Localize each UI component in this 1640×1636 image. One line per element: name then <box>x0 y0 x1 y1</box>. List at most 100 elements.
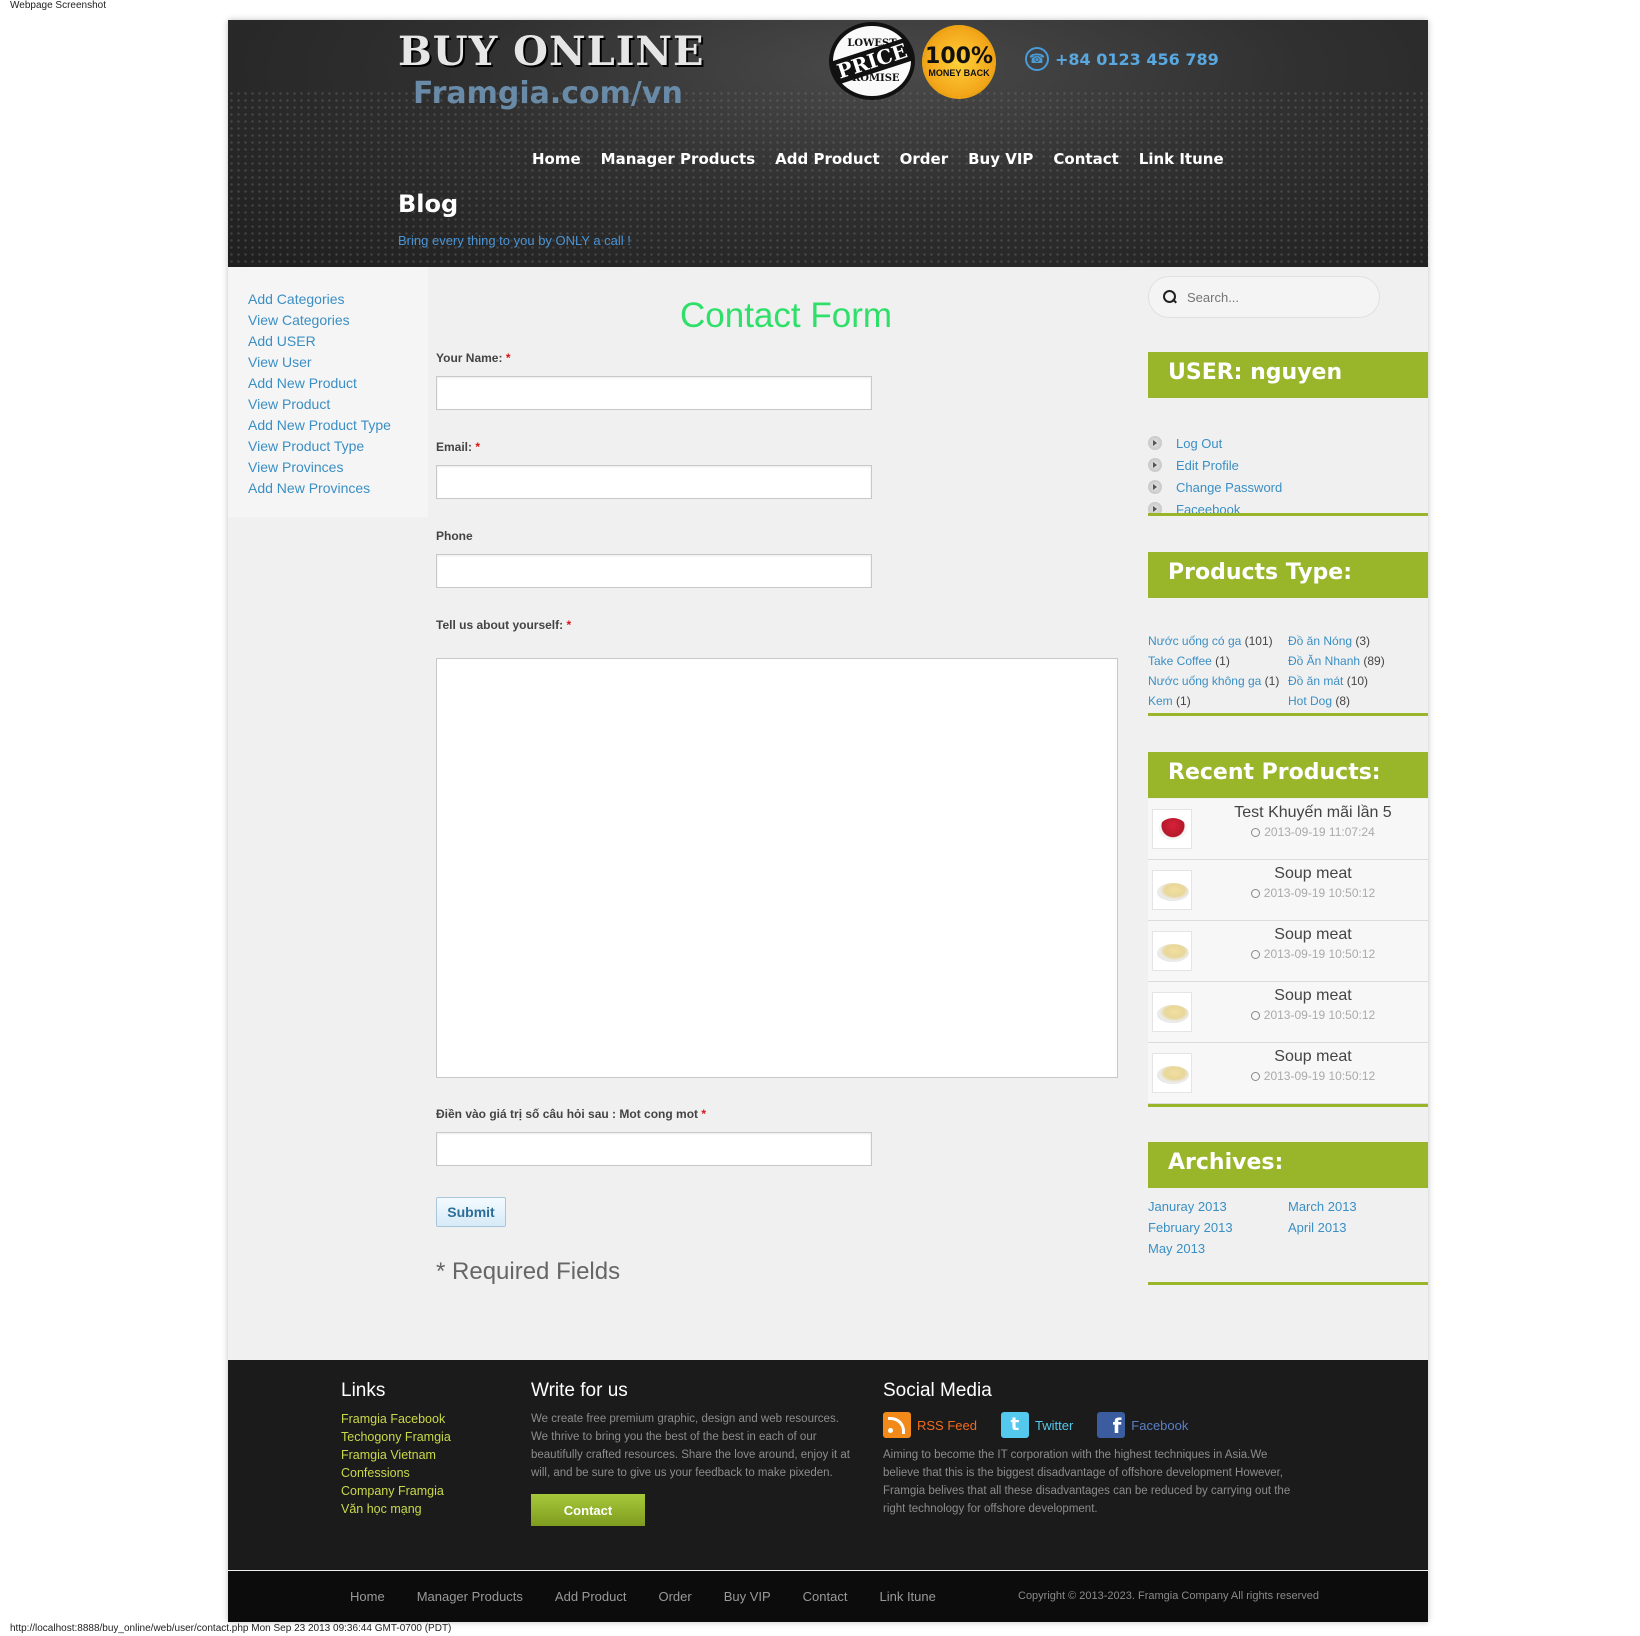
leftnav-add-new-provinces[interactable]: Add New Provinces <box>248 478 428 499</box>
logo-title[interactable]: BUY ONLINE <box>398 28 704 75</box>
tagline: Bring every thing to you by ONLY a call … <box>398 233 631 248</box>
about-label: Tell us about yourself: * <box>436 618 571 632</box>
bottom-nav-buy-vip[interactable]: Buy VIP <box>724 1589 771 1604</box>
money-back-badge: 100% MONEY BACK <box>922 25 996 99</box>
captcha-label: Điền vào giá trị số câu hỏi sau : Mot co… <box>436 1107 706 1121</box>
footer-link[interactable]: Framgia Facebook <box>341 1410 451 1428</box>
bottom-nav-manager-products[interactable]: Manager Products <box>417 1589 523 1604</box>
logo-subtitle[interactable]: Framgia.com/vn <box>413 76 683 111</box>
bottom-nav-contact[interactable]: Contact <box>803 1589 848 1604</box>
ptype-count: (1) <box>1215 654 1230 668</box>
edit-profile-link[interactable]: Edit Profile <box>1176 458 1239 473</box>
product-name[interactable]: Soup meat <box>1198 987 1428 1005</box>
copyright-text: Copyright © 2013-2023. Framgia Company A… <box>1018 1590 1319 1602</box>
captcha-field[interactable] <box>436 1132 872 1166</box>
leftnav-add-new-product-type[interactable]: Add New Product Type <box>248 415 428 436</box>
facebook-footer-link[interactable]: f Facebook <box>1097 1412 1188 1438</box>
user-link-item[interactable]: Change Password <box>1148 476 1282 498</box>
archives-list: Januray 2013 March 2013 February 2013 Ap… <box>1148 1199 1428 1256</box>
nav-link-itune[interactable]: Link Itune <box>1139 150 1224 168</box>
ptype-link[interactable]: Nước uống không ga <box>1148 674 1261 688</box>
nav-buy-vip[interactable]: Buy VIP <box>968 150 1033 168</box>
change-password-link[interactable]: Change Password <box>1176 480 1282 495</box>
archive-link[interactable]: March 2013 <box>1288 1199 1428 1214</box>
nav-add-product[interactable]: Add Product <box>775 150 879 168</box>
required-mark: * <box>701 1107 707 1121</box>
archive-link[interactable]: April 2013 <box>1288 1220 1428 1235</box>
rss-feed-link[interactable]: RSS Feed <box>883 1412 977 1438</box>
leftnav-add-user[interactable]: Add USER <box>248 331 428 352</box>
recent-product-item[interactable]: Soup meat 2013-09-19 10:50:12 <box>1148 860 1428 921</box>
user-link-item[interactable]: Edit Profile <box>1148 454 1282 476</box>
nav-home[interactable]: Home <box>532 150 581 168</box>
nav-order[interactable]: Order <box>900 150 948 168</box>
archive-link[interactable]: Januray 2013 <box>1148 1199 1288 1214</box>
search-input[interactable] <box>1187 289 1357 305</box>
leftnav-view-product[interactable]: View Product <box>248 394 428 415</box>
product-thumbnail[interactable] <box>1152 992 1192 1032</box>
product-thumbnail[interactable] <box>1152 1053 1192 1093</box>
ptype-link[interactable]: Take Coffee <box>1148 654 1212 668</box>
recent-product-item[interactable]: Test Khuyến mãi lần 5 2013-09-19 11:07:2… <box>1148 799 1428 860</box>
bottom-nav-order[interactable]: Order <box>658 1589 691 1604</box>
recent-product-item[interactable]: Soup meat 2013-09-19 10:50:12 <box>1148 982 1428 1043</box>
logout-link[interactable]: Log Out <box>1176 436 1222 451</box>
phone-field[interactable] <box>436 554 872 588</box>
nav-manager-products[interactable]: Manager Products <box>601 150 755 168</box>
ptype-link[interactable]: Đồ ăn Nóng <box>1288 634 1352 648</box>
leftnav-add-categories[interactable]: Add Categories <box>248 289 428 310</box>
footer-link[interactable]: Company Framgia <box>341 1482 451 1500</box>
leftnav-add-new-product[interactable]: Add New Product <box>248 373 428 394</box>
leftnav-view-product-type[interactable]: View Product Type <box>248 436 428 457</box>
footer-contact-button[interactable]: Contact <box>531 1494 645 1526</box>
ptype-count: (10) <box>1346 674 1369 688</box>
ptype-count: (101) <box>1244 634 1273 648</box>
footer-link[interactable]: Framgia Vietnam <box>341 1446 451 1464</box>
nav-contact[interactable]: Contact <box>1053 150 1118 168</box>
ptype-link[interactable]: Đồ Ăn Nhanh <box>1288 654 1360 668</box>
product-thumbnail[interactable] <box>1152 870 1192 910</box>
about-textarea[interactable] <box>436 658 1118 1078</box>
screenshot-label: Webpage Screenshot <box>10 0 106 11</box>
ptype-link[interactable]: Đồ ăn mát <box>1288 674 1343 688</box>
name-field[interactable] <box>436 376 872 410</box>
email-field[interactable] <box>436 465 872 499</box>
leftnav-view-provinces[interactable]: View Provinces <box>248 457 428 478</box>
recent-product-item[interactable]: Soup meat 2013-09-19 10:50:12 <box>1148 1043 1428 1104</box>
site-footer: Links Framgia Facebook Techogony Framgia… <box>228 1360 1428 1570</box>
product-thumbnail[interactable] <box>1152 809 1192 849</box>
bottom-bar: Home Manager Products Add Product Order … <box>228 1571 1428 1622</box>
user-link-item[interactable]: Log Out <box>1148 432 1282 454</box>
leftnav-view-categories[interactable]: View Categories <box>248 310 428 331</box>
bottom-nav-home[interactable]: Home <box>350 1589 385 1604</box>
twitter-label: Twitter <box>1034 1417 1074 1433</box>
bottom-nav-add-product[interactable]: Add Product <box>555 1589 627 1604</box>
header-phone: ☎ +84 0123 456 789 <box>1025 47 1219 71</box>
archive-link[interactable]: May 2013 <box>1148 1241 1288 1256</box>
user-link-item[interactable]: Faceebook <box>1148 498 1282 520</box>
product-name[interactable]: Soup meat <box>1198 1048 1428 1066</box>
footer-link[interactable]: Confessions <box>341 1464 451 1482</box>
product-name[interactable]: Test Khuyến mãi lần 5 <box>1198 804 1428 822</box>
product-name[interactable]: Soup meat <box>1198 926 1428 944</box>
clock-icon <box>1250 950 1260 960</box>
twitter-link[interactable]: t Twitter <box>1000 1412 1074 1438</box>
product-name[interactable]: Soup meat <box>1198 865 1428 883</box>
recent-product-item[interactable]: Soup meat 2013-09-19 10:50:12 <box>1148 921 1428 982</box>
footer-link[interactable]: Techogony Framgia <box>341 1428 451 1446</box>
leftnav-view-user[interactable]: View User <box>248 352 428 373</box>
arrow-bullet-icon <box>1148 436 1162 450</box>
search-box[interactable] <box>1148 276 1380 318</box>
required-mark: * <box>566 618 572 632</box>
archive-link[interactable]: February 2013 <box>1148 1220 1288 1235</box>
page: BUY ONLINE Framgia.com/vn LOWEST PRICE P… <box>228 20 1428 1622</box>
bottom-nav-link-itune[interactable]: Link Itune <box>879 1589 935 1604</box>
ptype-link[interactable]: Nước uống có ga <box>1148 634 1241 648</box>
contact-form-title: Contact Form <box>680 296 892 335</box>
footer-link[interactable]: Văn học mạng <box>341 1500 451 1518</box>
product-thumbnail[interactable] <box>1152 931 1192 971</box>
ptype-link[interactable]: Hot Dog <box>1288 694 1332 708</box>
ptype-link[interactable]: Kem <box>1148 694 1173 708</box>
search-icon[interactable] <box>1163 290 1177 304</box>
submit-button[interactable]: Submit <box>436 1197 506 1227</box>
